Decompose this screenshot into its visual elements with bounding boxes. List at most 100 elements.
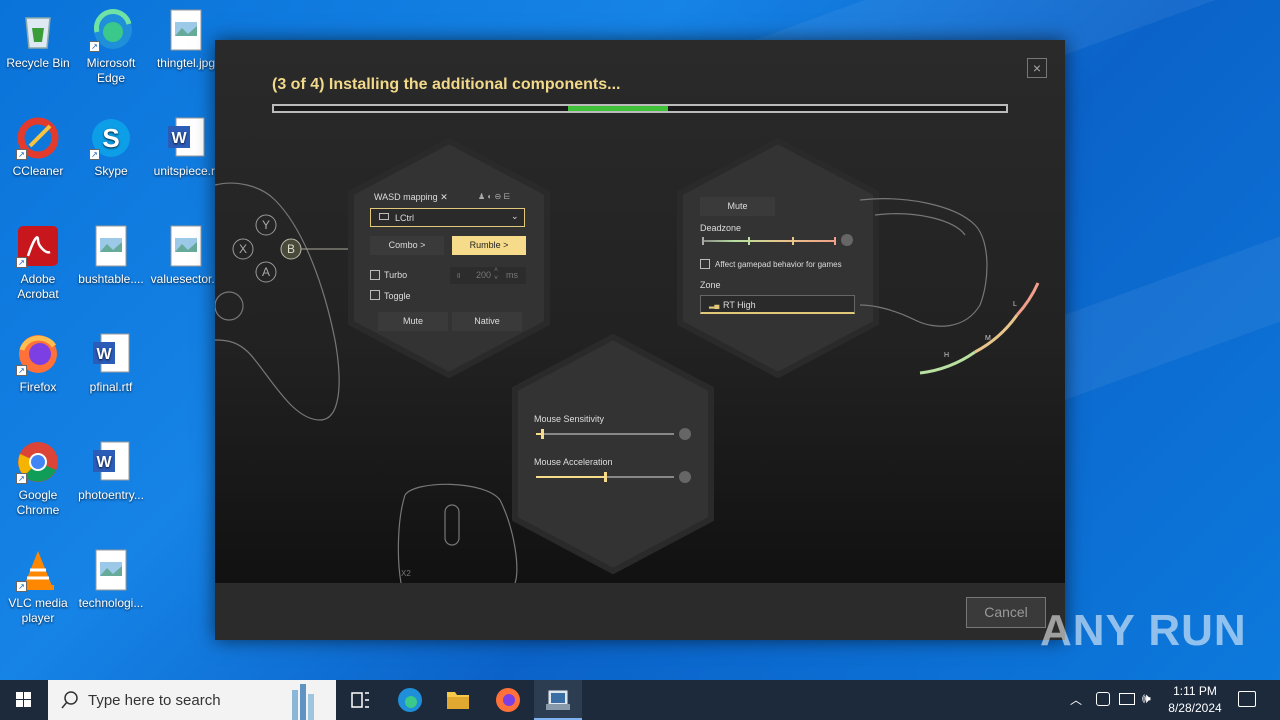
desktop-icon-edge[interactable]: ↗ Microsoft Edge (73, 8, 149, 86)
svg-text:W: W (96, 454, 112, 471)
turbo-checkbox[interactable] (370, 270, 380, 280)
acceleration-mute-icon (679, 471, 691, 483)
interval-stepper[interactable]: ॥ 200 ˄ ˅ ms (450, 267, 526, 284)
recycle-bin-icon (16, 8, 60, 52)
desktop-icon-technologi[interactable]: technologi... (73, 548, 149, 611)
desktop-icon-firefox[interactable]: ↗ Firefox (0, 332, 76, 395)
desktop-icon-valuesector[interactable]: valuesector... (148, 224, 224, 287)
svg-text:W: W (96, 346, 112, 363)
volume-icon[interactable]: 🕪 (1142, 690, 1151, 707)
button-label-b: B (287, 242, 295, 256)
key-select[interactable]: LCtrl ⌄ (370, 208, 525, 227)
image-file-icon (89, 224, 133, 268)
mute-icon (841, 234, 853, 246)
deadzone-slider[interactable] (702, 237, 836, 245)
clock-time: 1:11 PM (1173, 684, 1217, 698)
affect-gamepad-checkbox[interactable] (700, 259, 710, 269)
native-button[interactable]: Native (452, 312, 522, 331)
desktop-icon-label: Skype (94, 164, 128, 178)
edge-icon (398, 688, 422, 712)
taskbar-firefox-button[interactable] (484, 680, 532, 720)
search-icon (61, 691, 78, 709)
tray-overflow-icon[interactable]: ︿ (1070, 691, 1082, 708)
installer-app-icon (546, 689, 570, 710)
slider-handle[interactable] (540, 429, 544, 439)
desktop-icon-ccleaner[interactable]: ↗ CCleaner (0, 116, 76, 179)
controller-indicators: ♟ ◐ ⊖ ⋿ (478, 192, 511, 201)
desktop-icon-label: valuesector... (150, 272, 222, 286)
desktop-icon-label: thingtel.jpg (156, 56, 216, 70)
zone-value: RT High (723, 300, 756, 310)
arc-label-h: H (944, 352, 949, 359)
desktop-icon-label: bushtable.... (78, 272, 144, 286)
slider-fill (536, 476, 605, 478)
installation-status-title: (3 of 4) Installing the additional compo… (272, 76, 621, 93)
deadzone-label: Deadzone (700, 223, 742, 233)
ccleaner-icon: ↗ (16, 116, 60, 160)
windows-logo-icon (16, 692, 31, 707)
button-label-a: A (262, 265, 270, 279)
close-button[interactable]: × (1027, 58, 1047, 78)
toggle-checkbox[interactable] (370, 290, 380, 300)
desktop-icon-bushtable[interactable]: bushtable.... (73, 224, 149, 287)
meet-now-icon[interactable] (1096, 692, 1110, 706)
desktop-icon-thingtel[interactable]: thingtel.jpg (148, 8, 224, 71)
start-button[interactable] (0, 680, 48, 720)
desktop-icon-acrobat[interactable]: ↗ Adobe Acrobat (0, 224, 76, 302)
slider-handle[interactable] (834, 237, 836, 245)
desktop-icon-chrome[interactable]: ↗ Google Chrome (0, 440, 76, 518)
word-document-icon: W (89, 440, 133, 484)
svg-text:S: S (102, 123, 119, 153)
taskbar-clock[interactable]: 1:11 PM 8/28/2024 (1164, 683, 1226, 717)
desktop-icon-vlc[interactable]: ↗ VLC media player (0, 548, 76, 626)
desktop-icon-pfinal[interactable]: W pfinal.rtf (73, 332, 149, 395)
desktop-icon-skype[interactable]: S ↗ Skype (73, 116, 149, 179)
combo-button[interactable]: Combo > (370, 236, 444, 255)
affect-gamepad-label: Affect gamepad behavior for games (715, 260, 842, 269)
edge-icon: ↗ (89, 8, 133, 52)
feature-illustration: Y X B A L M H X2 (215, 137, 1040, 583)
desktop-icon-label: Recycle Bin (6, 56, 70, 70)
desktop-icon-photoentry[interactable]: W photoentry... (73, 440, 149, 503)
desktop-icon-unitspiece[interactable]: W unitspiece.rt (148, 116, 224, 179)
svg-text:W: W (171, 130, 187, 147)
slider-handle[interactable] (702, 237, 704, 245)
cancel-button[interactable]: Cancel (966, 597, 1046, 628)
desktop-icon-label: Microsoft Edge (86, 56, 136, 85)
mouse-panel: Mouse Sensitivity Mouse Acceleration (534, 414, 694, 489)
rumble-button[interactable]: Rumble > (452, 236, 526, 255)
image-file-icon (89, 548, 133, 592)
task-view-button[interactable] (336, 680, 384, 720)
desktop-icon-label: photoentry... (78, 488, 144, 502)
zone-select[interactable]: ▂▄ RT High (700, 295, 855, 314)
slider-handle[interactable] (792, 237, 794, 245)
taskbar-edge-button[interactable] (386, 680, 434, 720)
desktop-icon-label: VLC media player (8, 596, 68, 625)
trigger-mute-button[interactable]: Mute (700, 197, 775, 216)
trigger-outline (859, 198, 988, 327)
interval-value: 200 (476, 270, 492, 280)
desktop-icon-label: Firefox (19, 380, 57, 394)
pressure-arc (919, 282, 1040, 375)
signal-bars-icon: ▂▄ (709, 302, 720, 309)
slider-handle[interactable] (604, 472, 607, 482)
notification-center-button[interactable] (1238, 691, 1256, 707)
keyboard-icon (379, 213, 389, 220)
mouse-acceleration-slider[interactable] (536, 472, 674, 482)
taskbar-explorer-button[interactable] (434, 680, 482, 720)
desktop-icon-recycle-bin[interactable]: Recycle Bin (0, 8, 76, 71)
search-placeholder: Type here to search (88, 692, 221, 709)
taskbar-search-box[interactable]: Type here to search (48, 680, 336, 720)
taskbar-installer-button[interactable] (534, 680, 582, 720)
progress-fill (568, 106, 669, 111)
gamepad-outline (215, 182, 340, 421)
button-label-y: Y (262, 218, 270, 232)
mouse-acceleration-label: Mouse Acceleration (534, 457, 613, 467)
mouse-sensitivity-slider[interactable] (536, 429, 674, 439)
network-icon[interactable] (1119, 693, 1135, 705)
anyrun-watermark: ANY RUN (1040, 606, 1247, 655)
mute-button[interactable]: Mute (378, 312, 448, 331)
toggle-label: Toggle (384, 291, 411, 301)
slider-handle[interactable] (748, 237, 750, 245)
mouse-side-label: X2 (401, 569, 411, 578)
